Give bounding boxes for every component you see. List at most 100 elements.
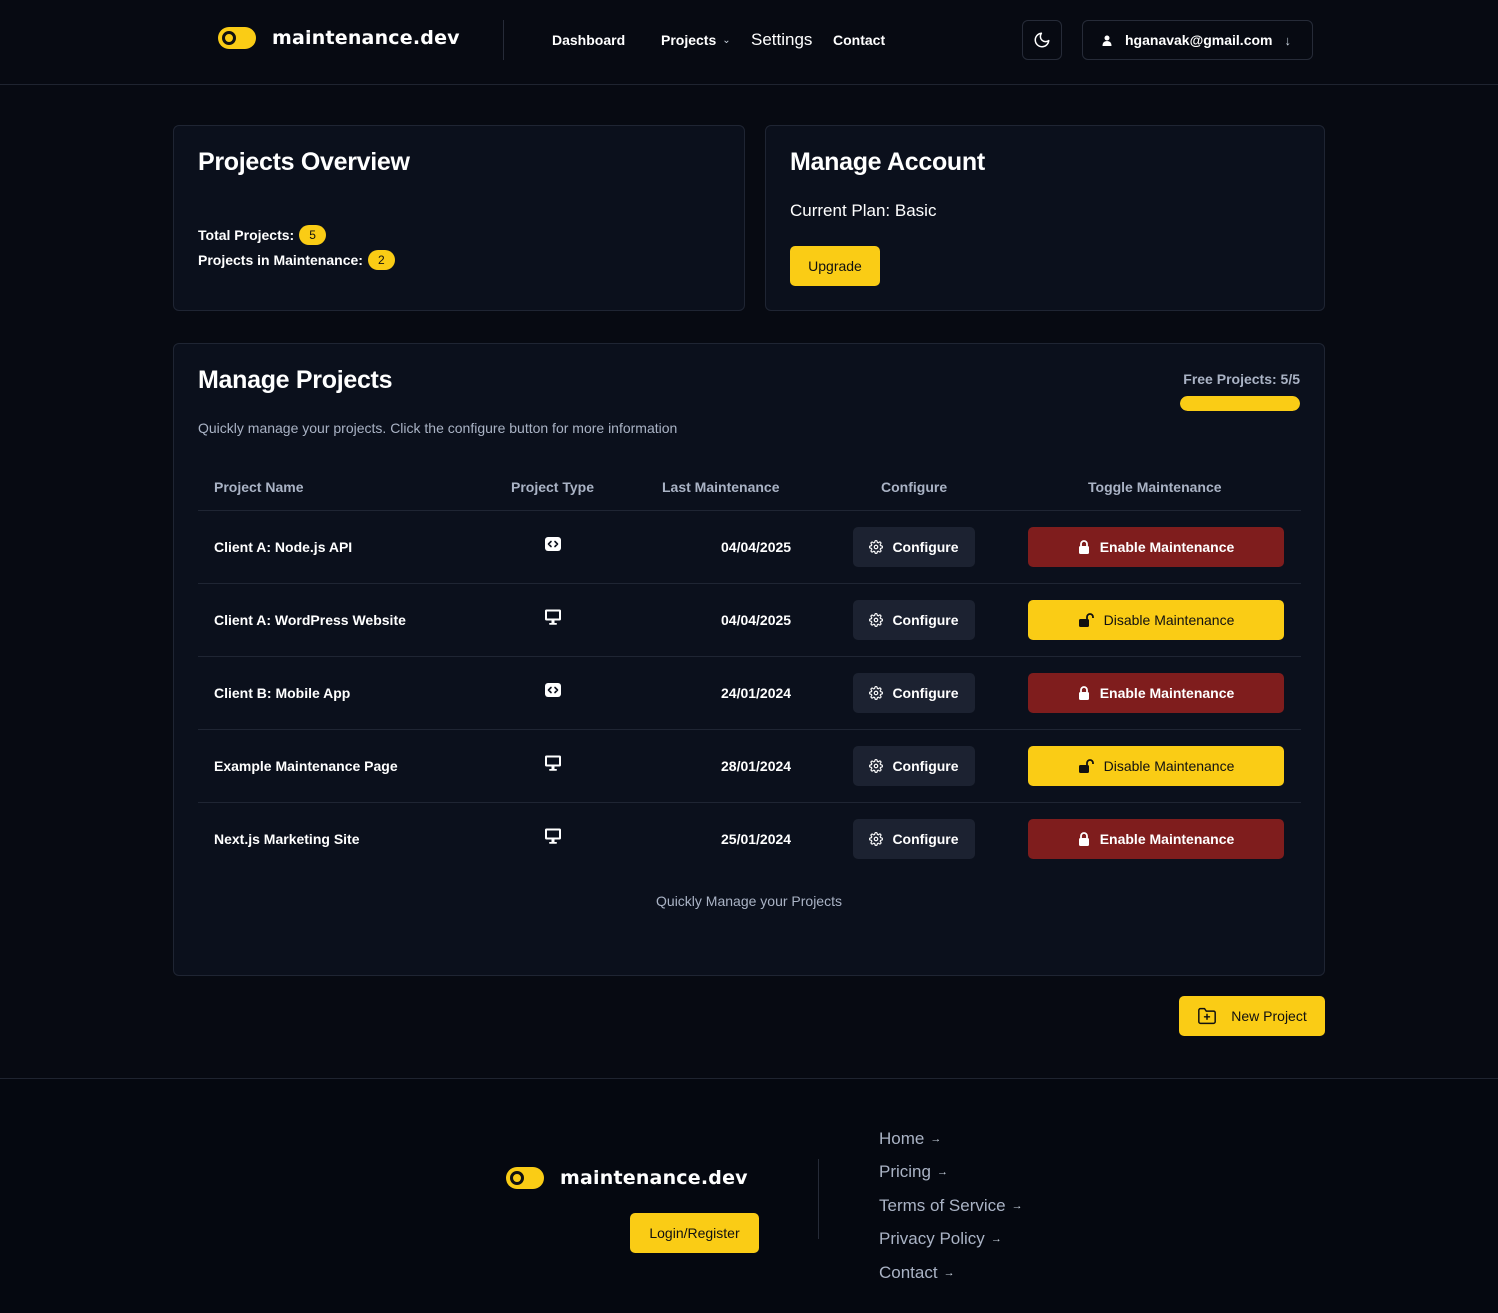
col-last-maintenance: Last Maintenance — [662, 479, 780, 495]
theme-toggle-button[interactable] — [1022, 20, 1062, 60]
arrow-right-icon: → — [930, 1132, 942, 1145]
nav-projects[interactable]: Projects ⌄ — [661, 0, 731, 80]
table-row: Example Maintenance Page 28/01/2024 Config… — [198, 730, 1301, 803]
user-email: hganavak@gmail.com — [1125, 32, 1273, 48]
footer-link-label: Privacy Policy — [879, 1229, 985, 1249]
col-toggle-maintenance: Toggle Maintenance — [1088, 479, 1222, 495]
monitor-icon — [544, 754, 562, 772]
footer-link-contact[interactable]: Contact → — [879, 1256, 1023, 1290]
arrow-right-icon: → — [943, 1266, 955, 1279]
nav-settings[interactable]: Settings — [751, 0, 812, 80]
maintenance-projects-stat: Projects in Maintenance: 2 — [198, 250, 395, 270]
configure-button[interactable]: Configure — [853, 527, 975, 567]
toggle-label: Enable Maintenance — [1099, 831, 1235, 847]
current-plan: Current Plan: Basic — [790, 201, 937, 220]
toggle-logo-icon — [218, 27, 256, 49]
col-project-name: Project Name — [214, 479, 304, 495]
header-logo[interactable]: maintenance.dev — [218, 27, 460, 49]
free-projects-progress-fill — [1180, 396, 1300, 411]
footer-logo[interactable]: maintenance.dev — [506, 1167, 748, 1189]
configure-button[interactable]: Configure — [853, 600, 975, 640]
upgrade-button[interactable]: Upgrade — [790, 246, 880, 286]
toggle-label: Enable Maintenance — [1099, 685, 1235, 701]
manage-account-card: Manage Account Current Plan: Basic Upgra… — [765, 125, 1325, 311]
disable-maintenance-button[interactable]: Disable Maintenance — [1028, 746, 1284, 786]
project-name: Client A: WordPress Website — [214, 612, 406, 628]
folder-plus-icon — [1197, 1007, 1217, 1025]
top-header: maintenance.dev Dashboard Projects ⌄ Set… — [0, 0, 1498, 85]
configure-label: Configure — [892, 539, 959, 555]
monitor-icon — [544, 827, 562, 845]
table-row: Client A: WordPress Website 04/04/2025 Con… — [198, 584, 1301, 657]
configure-button[interactable]: Configure — [853, 673, 975, 713]
enable-maintenance-button[interactable]: Enable Maintenance — [1028, 673, 1284, 713]
unlock-icon — [1078, 759, 1094, 773]
project-name: Next.js Marketing Site — [214, 831, 360, 847]
footer-link-privacy[interactable]: Privacy Policy → — [879, 1223, 1023, 1257]
arrow-right-icon: → — [936, 1166, 948, 1179]
brand-name: maintenance.dev — [272, 27, 460, 49]
gear-icon — [869, 832, 884, 846]
free-projects-progress — [1180, 396, 1300, 411]
projects-table: Project Name Project Type Last Maintenan… — [198, 464, 1301, 876]
chevron-down-icon: ⌄ — [722, 34, 731, 46]
gear-icon — [869, 613, 884, 627]
lock-icon — [1078, 832, 1090, 846]
lock-icon — [1078, 686, 1090, 700]
manage-title: Manage Projects — [198, 366, 393, 394]
manage-footnote: Quickly Manage your Projects — [656, 893, 842, 909]
monitor-icon — [544, 608, 562, 626]
enable-maintenance-button[interactable]: Enable Maintenance — [1028, 527, 1284, 567]
gear-icon — [869, 759, 884, 773]
footer-link-label: Home — [879, 1128, 925, 1148]
moon-icon — [1034, 32, 1050, 48]
manage-subtitle: Quickly manage your projects. Click the … — [198, 420, 678, 436]
configure-label: Configure — [892, 831, 959, 847]
footer-link-home[interactable]: Home → — [879, 1122, 1023, 1156]
free-projects-label: Free Projects: 5/5 — [1183, 371, 1300, 387]
col-configure: Configure — [881, 479, 948, 495]
projects-overview-card: Projects Overview Total Projects: 5 Proj… — [173, 125, 745, 311]
toggle-label: Disable Maintenance — [1103, 758, 1235, 774]
total-projects-label: Total Projects: — [198, 227, 295, 243]
login-register-button[interactable]: Login/Register — [630, 1213, 759, 1253]
configure-label: Configure — [892, 612, 959, 628]
footer: maintenance.dev Login/Register Home → Pri… — [0, 1078, 1498, 1313]
project-name: Client B: Mobile App — [214, 685, 351, 701]
gear-icon — [869, 540, 884, 554]
toggle-label: Enable Maintenance — [1099, 539, 1235, 555]
enable-maintenance-button[interactable]: Enable Maintenance — [1028, 819, 1284, 859]
footer-brand-name: maintenance.dev — [560, 1167, 748, 1189]
nav-contact[interactable]: Contact — [833, 0, 885, 80]
footer-links: Home → Pricing → Terms of Service → Privacy… — [879, 1122, 1023, 1290]
unlock-icon — [1078, 613, 1094, 627]
footer-divider — [818, 1159, 819, 1239]
toggle-logo-icon — [506, 1167, 544, 1189]
footer-link-label: Contact — [879, 1262, 938, 1282]
table-row: Client A: Node.js API 04/04/2025 Configure… — [198, 511, 1301, 584]
user-icon — [1101, 35, 1113, 46]
lock-icon — [1078, 540, 1090, 554]
code-icon — [544, 681, 562, 699]
nav-projects-label: Projects — [661, 32, 717, 48]
configure-button[interactable]: Configure — [853, 746, 975, 786]
user-menu-button[interactable]: hganavak@gmail.com ↓ — [1082, 20, 1313, 60]
arrow-right-icon: → — [1011, 1199, 1023, 1212]
manage-projects-card: Manage Projects Quickly manage your proj… — [173, 343, 1325, 976]
toggle-label: Disable Maintenance — [1103, 612, 1235, 628]
configure-button[interactable]: Configure — [853, 819, 975, 859]
disable-maintenance-button[interactable]: Disable Maintenance — [1028, 600, 1284, 640]
account-title: Manage Account — [790, 148, 985, 176]
header-divider — [503, 20, 504, 60]
arrow-down-icon: ↓ — [1284, 32, 1291, 48]
footer-link-pricing[interactable]: Pricing → — [879, 1156, 1023, 1190]
maintenance-projects-label: Projects in Maintenance: — [198, 252, 363, 268]
overview-title: Projects Overview — [198, 148, 410, 176]
project-name: Client A: Node.js API — [214, 539, 353, 555]
new-project-button[interactable]: New Project — [1179, 996, 1325, 1036]
configure-label: Configure — [892, 685, 959, 701]
table-body: Client A: Node.js API 04/04/2025 Configure… — [198, 511, 1301, 876]
new-project-label: New Project — [1231, 1008, 1307, 1024]
footer-link-terms[interactable]: Terms of Service → — [879, 1189, 1023, 1223]
nav-dashboard[interactable]: Dashboard — [552, 0, 625, 80]
